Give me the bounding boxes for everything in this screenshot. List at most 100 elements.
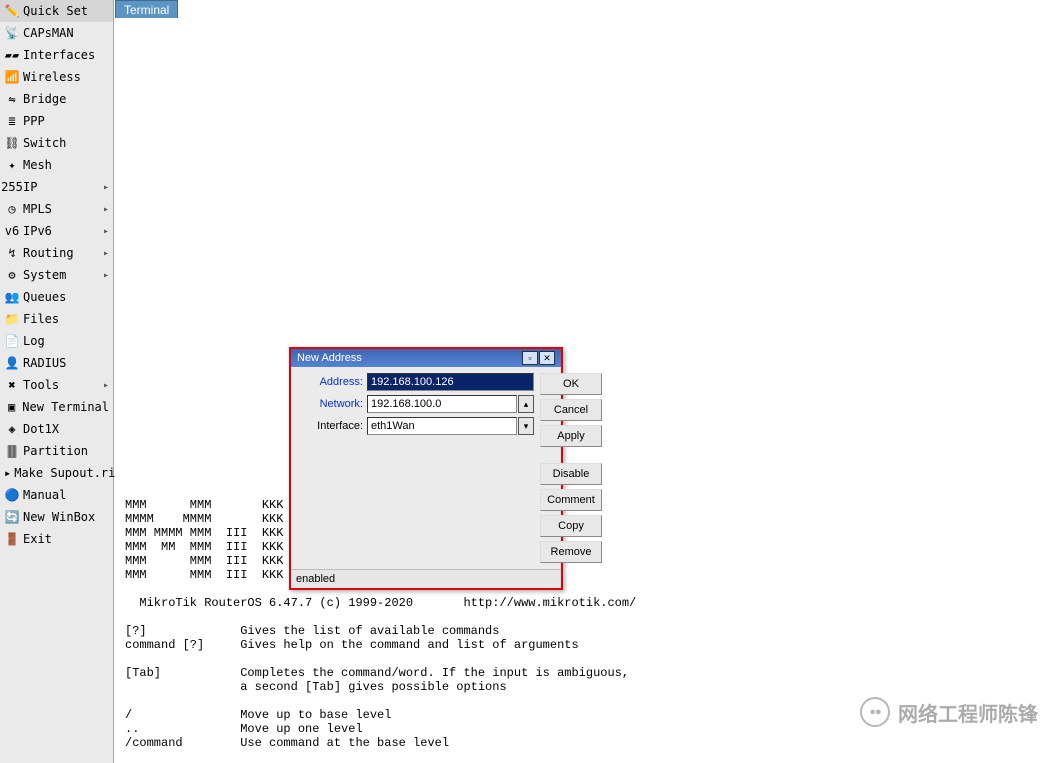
disable-button[interactable]: Disable bbox=[540, 463, 602, 485]
close-icon[interactable]: ✕ bbox=[539, 351, 555, 365]
sidebar-item-capsman[interactable]: 📡CAPsMAN bbox=[0, 22, 113, 44]
sidebar-item-mesh[interactable]: ✦Mesh bbox=[0, 154, 113, 176]
dialog-button-column: OK Cancel Apply Disable Comment Copy Rem… bbox=[540, 373, 602, 563]
sidebar-item-label: Exit bbox=[23, 532, 52, 546]
sidebar-item-new-winbox[interactable]: 🔄New WinBox bbox=[0, 506, 113, 528]
sidebar-item-tools[interactable]: ✖Tools ▸ bbox=[0, 374, 113, 396]
minimize-icon[interactable]: ▫ bbox=[522, 351, 538, 365]
comment-button[interactable]: Comment bbox=[540, 489, 602, 511]
mpls-icon: ◷ bbox=[4, 201, 20, 217]
sidebar-item-label: Quick Set bbox=[23, 4, 88, 18]
supout-icon: ▸ bbox=[4, 465, 11, 481]
sidebar-item-interfaces[interactable]: ▰▰Interfaces bbox=[0, 44, 113, 66]
chevron-right-icon: ▸ bbox=[103, 226, 109, 237]
new-address-dialog: New Address ▫ ✕ Address: Network: ▴ Inte… bbox=[289, 347, 563, 590]
cancel-button[interactable]: Cancel bbox=[540, 399, 602, 421]
sidebar-item-wireless[interactable]: 📶Wireless bbox=[0, 66, 113, 88]
antenna-icon: 📡 bbox=[4, 25, 20, 41]
queues-icon: 👥 bbox=[4, 289, 20, 305]
sidebar-item-label: Interfaces bbox=[23, 48, 95, 62]
address-label: Address: bbox=[297, 376, 363, 388]
sidebar-item-label: New Terminal bbox=[22, 400, 109, 414]
sidebar-item-label: System bbox=[23, 268, 66, 282]
sidebar-item-label: Mesh bbox=[23, 158, 52, 172]
terminal-icon: ▣ bbox=[4, 399, 19, 415]
sidebar-item-label: Make Supout.rif bbox=[14, 466, 122, 480]
wifi-icon: 📶 bbox=[4, 69, 20, 85]
apply-button[interactable]: Apply bbox=[540, 425, 602, 447]
dialog-title-text: New Address bbox=[297, 352, 362, 364]
chevron-right-icon: ▸ bbox=[103, 270, 109, 281]
manual-icon: 🔵 bbox=[4, 487, 20, 503]
sidebar-item-quickset[interactable]: ✏️Quick Set bbox=[0, 0, 113, 22]
chevron-right-icon: ▸ bbox=[103, 380, 109, 391]
interface-label: Interface: bbox=[297, 420, 363, 432]
address-input[interactable] bbox=[367, 373, 534, 391]
bridge-icon: ⇋ bbox=[4, 91, 20, 107]
exit-icon: 🚪 bbox=[4, 531, 20, 547]
sidebar-item-label: PPP bbox=[23, 114, 45, 128]
sidebar-item-label: MPLS bbox=[23, 202, 52, 216]
sidebar-item-label: CAPsMAN bbox=[23, 26, 74, 40]
remove-button[interactable]: Remove bbox=[540, 541, 602, 563]
folder-icon: 📁 bbox=[4, 311, 20, 327]
dialog-status: enabled bbox=[291, 569, 561, 588]
ipv6-icon: v6 bbox=[4, 223, 20, 239]
sidebar-item-supout[interactable]: ▸Make Supout.rif bbox=[0, 462, 113, 484]
sidebar-item-label: RADIUS bbox=[23, 356, 66, 370]
sidebar-item-manual[interactable]: 🔵Manual bbox=[0, 484, 113, 506]
sidebar-item-label: Manual bbox=[23, 488, 66, 502]
sidebar-item-files[interactable]: 📁Files bbox=[0, 308, 113, 330]
sidebar-item-label: Log bbox=[23, 334, 45, 348]
ppp-icon: ≣ bbox=[4, 113, 20, 129]
sidebar-item-system[interactable]: ⚙System ▸ bbox=[0, 264, 113, 286]
sidebar-item-routing[interactable]: ↯Routing▸ bbox=[0, 242, 113, 264]
sidebar-item-label: Dot1X bbox=[23, 422, 59, 436]
sidebar-item-queues[interactable]: 👥Queues bbox=[0, 286, 113, 308]
sidebar-item-mpls[interactable]: ◷MPLS▸ bbox=[0, 198, 113, 220]
tools-icon: ✖ bbox=[4, 377, 20, 393]
sidebar-item-label: IPv6 bbox=[23, 224, 52, 238]
log-icon: 📄 bbox=[4, 333, 20, 349]
chevron-right-icon: ▸ bbox=[103, 182, 109, 193]
triangle-up-icon[interactable]: ▴ bbox=[518, 395, 534, 413]
sidebar-item-dot1x[interactable]: ◈Dot1X bbox=[0, 418, 113, 440]
sidebar-item-exit[interactable]: 🚪Exit bbox=[0, 528, 113, 550]
interface-input[interactable] bbox=[367, 417, 517, 435]
sidebar-item-partition[interactable]: 🀫Partition bbox=[0, 440, 113, 462]
dialog-titlebar[interactable]: New Address ▫ ✕ bbox=[291, 349, 561, 367]
terminal-tab[interactable]: Terminal bbox=[115, 0, 178, 20]
sidebar-item-label: Bridge bbox=[23, 92, 66, 106]
routing-icon: ↯ bbox=[4, 245, 20, 261]
sidebar-item-ipv6[interactable]: v6IPv6 ▸ bbox=[0, 220, 113, 242]
radius-icon: 👤 bbox=[4, 355, 20, 371]
sidebar-item-label: New WinBox bbox=[23, 510, 95, 524]
sidebar-item-log[interactable]: 📄Log bbox=[0, 330, 113, 352]
sidebar-item-label: Wireless bbox=[23, 70, 81, 84]
interfaces-icon: ▰▰ bbox=[4, 47, 20, 63]
sidebar-item-ppp[interactable]: ≣PPP bbox=[0, 110, 113, 132]
sidebar-item-new-terminal[interactable]: ▣New Terminal bbox=[0, 396, 113, 418]
sidebar-item-label: Switch bbox=[23, 136, 66, 150]
ok-button[interactable]: OK bbox=[540, 373, 602, 395]
sidebar-item-switch[interactable]: ⛓Switch bbox=[0, 132, 113, 154]
sidebar-item-label: Routing bbox=[23, 246, 74, 260]
ip-icon: 255 bbox=[4, 179, 20, 195]
dialog-form: Address: Network: ▴ Interface: ▾ bbox=[297, 373, 534, 563]
winbox-icon: 🔄 bbox=[4, 509, 20, 525]
dot1x-icon: ◈ bbox=[4, 421, 20, 437]
sidebar-item-radius[interactable]: 👤RADIUS bbox=[0, 352, 113, 374]
sidebar-item-label: Partition bbox=[23, 444, 88, 458]
sidebar-item-ip[interactable]: 255IP ▸ bbox=[0, 176, 113, 198]
pencil-icon: ✏️ bbox=[4, 3, 20, 19]
network-label: Network: bbox=[297, 398, 363, 410]
switch-icon: ⛓ bbox=[4, 135, 20, 151]
gear-icon: ⚙ bbox=[4, 267, 20, 283]
sidebar-item-label: Files bbox=[23, 312, 59, 326]
copy-button[interactable]: Copy bbox=[540, 515, 602, 537]
dropdown-icon[interactable]: ▾ bbox=[518, 417, 534, 435]
sidebar-item-label: IP bbox=[23, 180, 37, 194]
sidebar-item-bridge[interactable]: ⇋Bridge bbox=[0, 88, 113, 110]
network-input[interactable] bbox=[367, 395, 517, 413]
sidebar-item-label: Tools bbox=[23, 378, 59, 392]
